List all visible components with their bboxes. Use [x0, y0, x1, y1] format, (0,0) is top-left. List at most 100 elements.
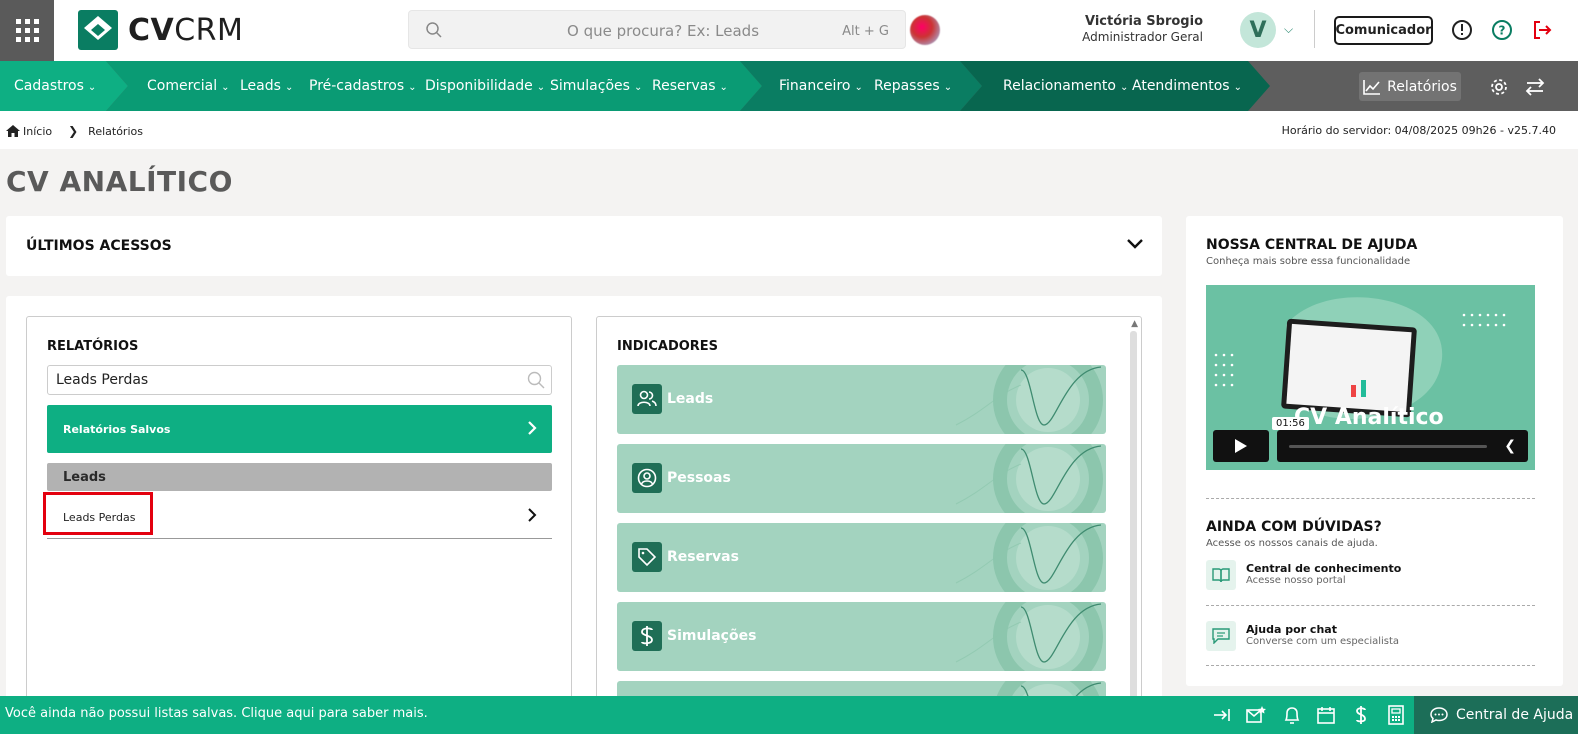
- svg-text:?: ?: [1499, 24, 1506, 38]
- video-title: CV Analítico: [1294, 405, 1444, 430]
- relatorios-label: Relatórios: [1387, 78, 1457, 95]
- help-title: NOSSA CENTRAL DE AJUDA: [1206, 237, 1418, 253]
- ainda-subtitle: Acesse os nossos canais de ajuda.: [1206, 538, 1378, 549]
- nav-disponibilidade[interactable]: Disponibilidade ⌄: [425, 78, 545, 94]
- relatorios-salvos-button[interactable]: Relatórios Salvos: [47, 405, 552, 453]
- nav-label: Pré-cadastros: [309, 78, 405, 94]
- grid-icon: [15, 19, 39, 42]
- help-icon[interactable]: ?: [1491, 19, 1513, 41]
- indicator-card-pessoas[interactable]: Pessoas: [617, 444, 1106, 513]
- chat-dots-icon: [1430, 707, 1448, 723]
- relatorios-button[interactable]: Relatórios: [1359, 72, 1461, 101]
- chevron-right-icon: [528, 421, 537, 435]
- help-center-card: NOSSA CENTRAL DE AJUDA Conheça mais sobr…: [1186, 216, 1563, 686]
- breadcrumb-bar: Início ❯ Relatórios Horário do servidor:…: [0, 111, 1578, 149]
- gear-icon[interactable]: [1489, 77, 1509, 97]
- dollar-icon[interactable]: [1351, 705, 1371, 725]
- divider: [1206, 665, 1535, 666]
- indicadores-panel: INDICADORES ▲ Leads Pessoas Reservas Sim…: [596, 316, 1142, 734]
- nav-label: Relacionamento: [1003, 78, 1116, 94]
- apps-menu-button[interactable]: [0, 0, 54, 61]
- channel-title: Central de conhecimento: [1246, 562, 1402, 575]
- channel-subtitle: Acesse nosso portal: [1246, 575, 1346, 586]
- nav-comercial[interactable]: Comercial ⌄: [147, 78, 230, 94]
- top-header: CVCRM O que procura? Ex: Leads Alt + G V…: [0, 0, 1578, 61]
- footer-bar: Você ainda não possui listas salvas. Cli…: [0, 696, 1578, 734]
- relatorios-search-input[interactable]: Leads Perdas: [47, 365, 552, 395]
- chevron-left-icon[interactable]: ❮: [1504, 438, 1516, 454]
- logo-text-light: CRM: [174, 12, 244, 48]
- users-icon: [632, 384, 662, 414]
- video-progress-bar[interactable]: ❮: [1277, 430, 1528, 462]
- scrollbar[interactable]: [1130, 331, 1137, 734]
- analitico-main-card: RELATÓRIOS Leads Perdas Relatórios Salvo…: [6, 296, 1162, 734]
- nav-pre-cadastros[interactable]: Pré-cadastros ⌄: [309, 78, 417, 94]
- search-icon: [527, 371, 545, 389]
- indicator-decoration: [955, 444, 1103, 513]
- nav-reservas[interactable]: Reservas ⌄: [652, 78, 728, 94]
- indicator-label: Simulações: [667, 628, 757, 644]
- indicator-card-simulacoes[interactable]: Simulações: [617, 602, 1106, 671]
- swap-icon[interactable]: [1525, 77, 1545, 97]
- ai-assistant-orb[interactable]: [910, 15, 940, 45]
- breadcrumb: Início ❯ Relatórios: [6, 124, 143, 138]
- scroll-up-icon[interactable]: ▲: [1131, 319, 1138, 329]
- ultimos-acessos-title: ÚLTIMOS ACESSOS: [26, 238, 172, 254]
- nav-cadastros[interactable]: Cadastros ⌄: [14, 78, 96, 94]
- server-time: Horário do servidor: 04/08/2025 09h26 - …: [1281, 124, 1556, 137]
- nav-repasses[interactable]: Repasses ⌄: [874, 78, 952, 94]
- comunicador-button[interactable]: Comunicador: [1334, 16, 1433, 45]
- collapse-right-icon[interactable]: [1212, 705, 1232, 725]
- indicator-decoration: [955, 523, 1103, 592]
- calculator-icon[interactable]: [1386, 705, 1406, 725]
- channel-knowledge-base[interactable]: Central de conhecimento Acesse nosso por…: [1206, 560, 1535, 600]
- chevron-right-icon: [528, 508, 537, 522]
- chart-line-icon: [1363, 79, 1381, 95]
- central-de-ajuda-button[interactable]: Central de Ajuda: [1414, 696, 1578, 734]
- help-video[interactable]: CV Analítico ❮ 01:56: [1206, 285, 1535, 470]
- indicator-label: Leads: [667, 391, 714, 407]
- search-shortcut: Alt + G: [842, 24, 889, 39]
- indicator-card-leads[interactable]: Leads: [617, 365, 1106, 434]
- nav-label: Simulações: [550, 78, 630, 94]
- user-info[interactable]: Victória Sbrogio Administrador Geral: [1082, 14, 1203, 44]
- nav-label: Financeiro: [779, 78, 851, 94]
- header-divider: [1314, 10, 1315, 48]
- bell-icon[interactable]: [1282, 705, 1302, 725]
- book-icon: [1206, 560, 1236, 590]
- avatar[interactable]: V: [1240, 12, 1276, 48]
- nav-relacionamento[interactable]: Relacionamento ⌄: [1003, 78, 1128, 94]
- user-role: Administrador Geral: [1082, 30, 1203, 44]
- calendar-icon[interactable]: [1316, 705, 1336, 725]
- play-button[interactable]: [1213, 430, 1269, 462]
- nav-label: Repasses: [874, 78, 940, 94]
- nav-atendimentos[interactable]: Atendimentos ⌄: [1132, 78, 1242, 94]
- chat-icon: [1206, 621, 1236, 651]
- cvcrm-logo[interactable]: CVCRM: [78, 10, 243, 50]
- user-name: Victória Sbrogio: [1084, 14, 1203, 29]
- chevron-right-icon: ❯: [68, 124, 79, 138]
- home-icon[interactable]: [6, 125, 20, 137]
- footer-message[interactable]: Você ainda não possui listas salvas. Cli…: [5, 706, 428, 721]
- breadcrumb-home[interactable]: Início: [23, 125, 52, 138]
- nav-label: Comercial: [147, 78, 218, 94]
- tag-icon: [632, 542, 662, 572]
- indicator-card-reservas[interactable]: Reservas: [617, 523, 1106, 592]
- search-icon: [426, 22, 442, 38]
- help-subtitle: Conheça mais sobre essa funcionalidade: [1206, 256, 1411, 267]
- indicator-decoration: [955, 602, 1103, 671]
- logo-mark-icon: [78, 10, 118, 50]
- nav-financeiro[interactable]: Financeiro ⌄: [779, 78, 863, 94]
- chevron-down-icon[interactable]: [1126, 238, 1144, 250]
- channel-chat[interactable]: Ajuda por chat Converse com um especiali…: [1206, 621, 1535, 661]
- info-icon[interactable]: [1451, 19, 1473, 41]
- ultimos-acessos-card[interactable]: ÚLTIMOS ACESSOS: [6, 216, 1162, 276]
- indicadores-title: INDICADORES: [617, 339, 719, 354]
- divider: [1206, 498, 1535, 499]
- chevron-down-icon[interactable]: ⌵: [1284, 22, 1293, 37]
- logout-icon[interactable]: [1531, 19, 1553, 41]
- mail-star-icon[interactable]: [1246, 705, 1266, 725]
- nav-leads[interactable]: Leads ⌄: [240, 78, 293, 94]
- nav-simulacoes[interactable]: Simulações ⌄: [550, 78, 642, 94]
- global-search[interactable]: O que procura? Ex: Leads Alt + G: [408, 10, 906, 49]
